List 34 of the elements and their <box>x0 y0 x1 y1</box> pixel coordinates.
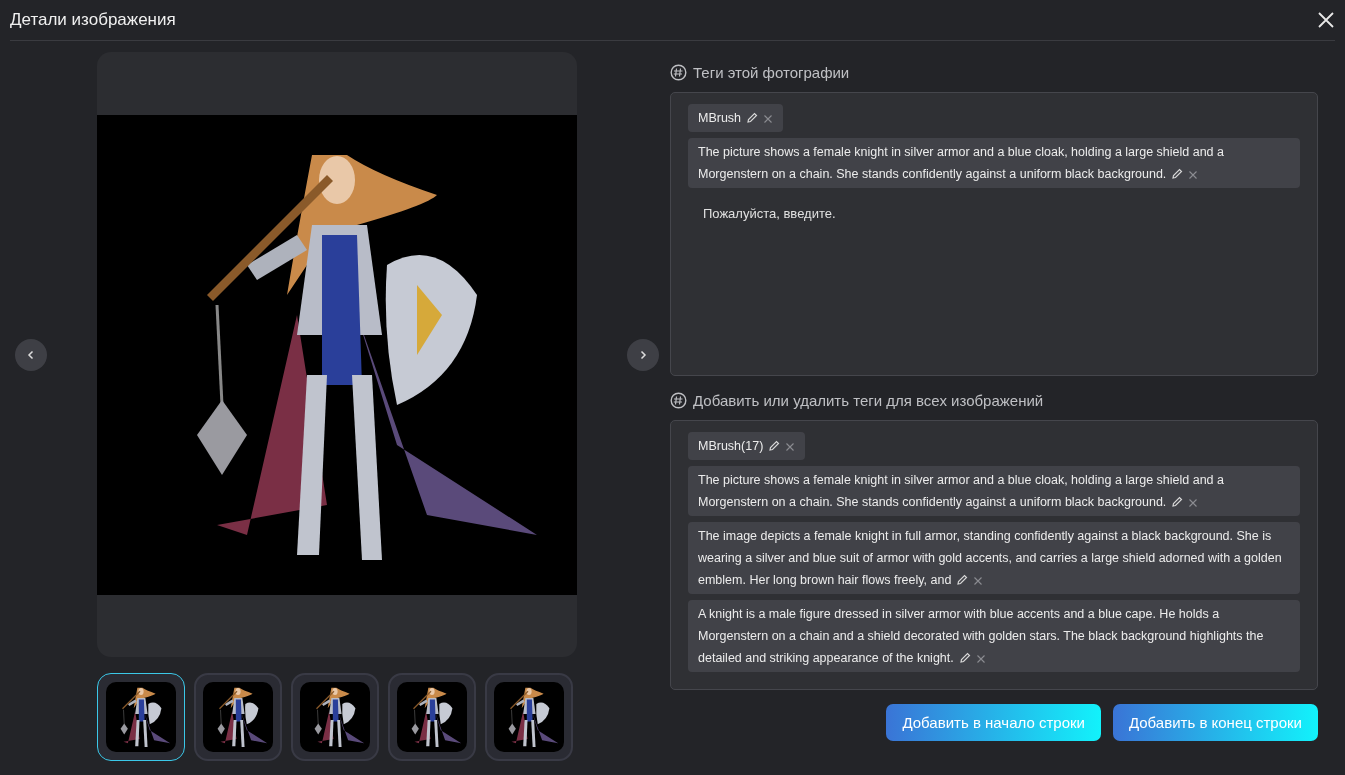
tag-chip[interactable]: A knight is a male figure dressed in silver armor with blue accents and a blue cape. He holds a Morgenstern on a chain and a shield decorated with golden stars. The black background highlights the detailed and striking appearance of the knight. <box>688 600 1300 672</box>
window-title: Детали изображения <box>10 10 176 30</box>
tag-chip[interactable]: MBrush(17) <box>688 432 806 460</box>
tag-chip[interactable]: The image depicts a female knight in full armor, standing confidently against a black background. She is wearing a silver and blue suit of armor with gold accents, and carries a large shield adorned with a golden emblem. Her long brown hair flows freely, and <box>688 522 1300 594</box>
tag-input-field[interactable]: Пожалуйста, введите. <box>688 202 1018 225</box>
close-icon[interactable] <box>785 442 796 452</box>
tag-chip[interactable]: The picture shows a female knight in silver armor and a blue cloak, holding a large shield and a Morgenstern on a chain. She stands confidently against a uniform black background. <box>688 138 1300 188</box>
next-button[interactable] <box>627 338 659 371</box>
pencil-icon[interactable] <box>958 652 971 664</box>
thumbnail[interactable] <box>485 673 573 761</box>
close-button[interactable] <box>1317 11 1335 29</box>
thumbnail[interactable] <box>291 673 379 761</box>
pencil-icon[interactable] <box>1171 168 1184 180</box>
thumbnail[interactable] <box>194 673 282 761</box>
thumbnail[interactable] <box>388 673 476 761</box>
tag-chip[interactable]: MBrush <box>688 104 784 132</box>
pencil-icon[interactable] <box>768 440 781 452</box>
close-icon[interactable] <box>975 654 986 664</box>
close-icon[interactable] <box>1188 170 1199 180</box>
hashtag-icon <box>670 391 687 409</box>
thumbnail[interactable] <box>97 673 185 761</box>
close-icon[interactable] <box>973 576 984 586</box>
pencil-icon[interactable] <box>1171 496 1184 508</box>
pencil-icon[interactable] <box>746 112 759 124</box>
close-icon[interactable] <box>1188 498 1199 508</box>
chevron-right-icon <box>638 349 648 360</box>
pencil-icon[interactable] <box>956 574 969 586</box>
section-label: Теги этой фотографии <box>693 63 850 81</box>
hashtag-icon <box>670 63 687 81</box>
chevron-left-icon <box>26 349 36 360</box>
tag-chip[interactable]: The picture shows a female knight in silver armor and a blue cloak, holding a large shield and a Morgenstern on a chain. She stands confidently against a uniform black background. <box>688 466 1300 516</box>
section-label: Добавить или удалить теги для всех изображений <box>693 391 1044 409</box>
close-icon[interactable] <box>763 114 774 124</box>
previous-button[interactable] <box>15 338 47 371</box>
